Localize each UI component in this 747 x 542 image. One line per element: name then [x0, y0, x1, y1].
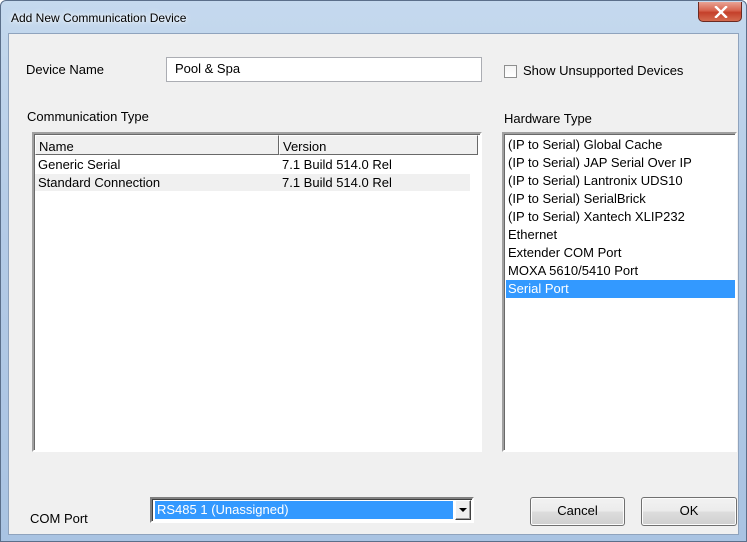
dialog-window: Add New Communication Device Device Name…	[0, 0, 747, 542]
com-port-dropdown-button[interactable]	[455, 500, 471, 520]
row-name: Generic Serial	[38, 157, 121, 172]
communication-type-label: Communication Type	[27, 109, 149, 124]
com-port-select[interactable]: RS485 1 (Unassigned)	[150, 497, 474, 523]
title-bar[interactable]: Add New Communication Device	[1, 1, 746, 33]
hardware-item[interactable]: Ethernet	[506, 226, 735, 244]
hardware-item[interactable]: (IP to Serial) JAP Serial Over IP	[506, 154, 735, 172]
com-port-label: COM Port	[30, 511, 88, 526]
dialog-body: Device Name Pool & Spa Show Unsupported …	[8, 33, 739, 535]
row-version: 7.1 Build 514.0 Rel	[282, 175, 392, 190]
hardware-item[interactable]: (IP to Serial) Xantech XLIP232	[506, 208, 735, 226]
cancel-button[interactable]: Cancel	[530, 497, 625, 526]
hardware-item[interactable]: (IP to Serial) Lantronix UDS10	[506, 172, 735, 190]
hardware-item[interactable]: (IP to Serial) Global Cache	[506, 136, 735, 154]
com-port-value: RS485 1 (Unassigned)	[154, 500, 454, 520]
list-row[interactable]: Standard Connection 7.1 Build 514.0 Rel	[35, 174, 470, 191]
row-name: Standard Connection	[38, 175, 161, 190]
hardware-item-selected[interactable]: Serial Port	[506, 280, 735, 298]
close-x-icon	[714, 6, 728, 18]
hardware-item[interactable]: Extender COM Port	[506, 244, 735, 262]
hardware-type-list[interactable]: (IP to Serial) Global Cache (IP to Seria…	[502, 132, 737, 452]
device-name-label: Device Name	[26, 62, 105, 77]
row-version: 7.1 Build 514.0 Rel	[282, 157, 392, 172]
communication-type-list[interactable]: Name Version Generic Serial 7.1 Build 51…	[32, 132, 482, 452]
hardware-type-label: Hardware Type	[504, 111, 592, 126]
show-unsupported-label[interactable]: Show Unsupported Devices	[523, 63, 683, 78]
list-row[interactable]: Generic Serial 7.1 Build 514.0 Rel	[35, 156, 470, 173]
hardware-item[interactable]: MOXA 5610/5410 Port	[506, 262, 735, 280]
close-button[interactable]	[698, 2, 742, 22]
show-unsupported-checkbox[interactable]	[504, 65, 517, 78]
chevron-down-icon	[459, 508, 467, 512]
column-header-name[interactable]: Name	[35, 135, 279, 155]
window-title: Add New Communication Device	[11, 11, 187, 25]
ok-button[interactable]: OK	[641, 497, 737, 526]
hardware-item[interactable]: (IP to Serial) SerialBrick	[506, 190, 735, 208]
device-name-field[interactable]: Pool & Spa	[166, 57, 482, 82]
column-header-version[interactable]: Version	[279, 135, 478, 155]
